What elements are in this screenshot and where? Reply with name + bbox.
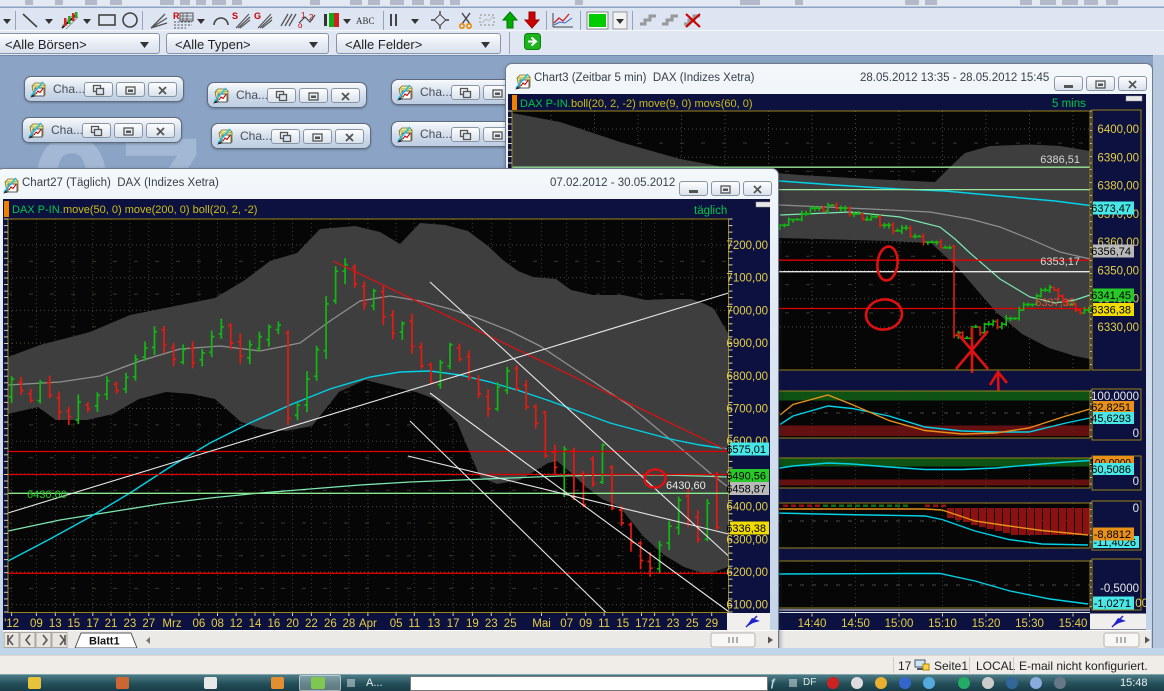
svg-text:6356,74: 6356,74 bbox=[1091, 246, 1131, 258]
svg-text:13: 13 bbox=[49, 618, 62, 630]
svg-text:08: 08 bbox=[211, 618, 224, 630]
svg-text:6490,56: 6490,56 bbox=[726, 471, 766, 483]
svg-text:16: 16 bbox=[268, 618, 281, 630]
svg-text:0: 0 bbox=[1133, 428, 1139, 440]
svg-text:6400,00: 6400,00 bbox=[1097, 124, 1139, 136]
svg-text:27: 27 bbox=[142, 618, 155, 630]
svg-text:11: 11 bbox=[408, 618, 420, 630]
svg-text:DAX P-IN.: DAX P-IN. bbox=[520, 98, 571, 110]
svg-text:täglich: täglich bbox=[694, 205, 727, 217]
svg-text:0: 0 bbox=[1133, 476, 1139, 488]
svg-text:6900,00: 6900,00 bbox=[726, 338, 768, 350]
svg-text:15:20: 15:20 bbox=[972, 618, 1001, 630]
svg-text:09: 09 bbox=[579, 618, 592, 630]
svg-text:6380,00: 6380,00 bbox=[1097, 181, 1139, 193]
svg-text:move(50, 0) move(200, 0) boll(: move(50, 0) move(200, 0) boll(20, 2, -2) bbox=[63, 204, 257, 216]
svg-text:23: 23 bbox=[124, 618, 137, 630]
svg-text:21: 21 bbox=[648, 618, 661, 630]
svg-text:07: 07 bbox=[560, 618, 573, 630]
svg-text:6200,00: 6200,00 bbox=[726, 567, 768, 579]
svg-text:60,5086: 60,5086 bbox=[1091, 464, 1131, 476]
svg-text:6336,38: 6336,38 bbox=[1091, 305, 1131, 317]
svg-text:6575,01: 6575,01 bbox=[726, 444, 766, 456]
svg-text:6330,00: 6330,00 bbox=[1097, 322, 1139, 334]
svg-text:6337,35: 6337,35 bbox=[1035, 297, 1075, 309]
svg-text:-8,8812: -8,8812 bbox=[1094, 529, 1131, 541]
svg-text:17: 17 bbox=[635, 618, 648, 630]
svg-text:-0,5000: -0,5000 bbox=[1100, 583, 1139, 595]
svg-text:00: 00 bbox=[1135, 598, 1146, 610]
svg-text:6300,00: 6300,00 bbox=[726, 534, 768, 546]
svg-text:05: 05 bbox=[390, 618, 403, 630]
svg-text:'12: '12 bbox=[4, 618, 19, 630]
svg-text:6430,60: 6430,60 bbox=[27, 489, 67, 501]
svg-text:15:30: 15:30 bbox=[1015, 618, 1044, 630]
svg-text:Mrz: Mrz bbox=[162, 618, 181, 630]
svg-text:7100,00: 7100,00 bbox=[726, 273, 768, 285]
svg-text:6336,38: 6336,38 bbox=[726, 523, 766, 535]
svg-text:17: 17 bbox=[447, 618, 460, 630]
svg-text:6373,47: 6373,47 bbox=[1091, 203, 1131, 215]
svg-text:15:10: 15:10 bbox=[928, 618, 957, 630]
svg-text:23: 23 bbox=[485, 618, 498, 630]
svg-text:5 mins: 5 mins bbox=[1052, 98, 1086, 110]
svg-text:19: 19 bbox=[466, 618, 479, 630]
svg-text:15:40: 15:40 bbox=[1059, 618, 1088, 630]
svg-text:11: 11 bbox=[598, 618, 610, 630]
svg-text:6400,00: 6400,00 bbox=[726, 502, 768, 514]
svg-text:25: 25 bbox=[686, 618, 699, 630]
svg-text:6430,60: 6430,60 bbox=[666, 480, 706, 492]
svg-text:26: 26 bbox=[324, 618, 337, 630]
svg-text:ABC: ABC bbox=[356, 16, 375, 26]
svg-text:o: o bbox=[298, 21, 303, 30]
svg-text:6390,00: 6390,00 bbox=[1097, 152, 1139, 164]
svg-text:6353,17: 6353,17 bbox=[1040, 256, 1080, 268]
svg-text:29: 29 bbox=[705, 618, 718, 630]
svg-text:6341,45: 6341,45 bbox=[1091, 290, 1131, 302]
svg-text:S: S bbox=[232, 11, 238, 21]
svg-text:12: 12 bbox=[230, 618, 243, 630]
svg-text:23: 23 bbox=[667, 618, 680, 630]
svg-text:14:40: 14:40 bbox=[798, 618, 827, 630]
svg-text:7000,00: 7000,00 bbox=[726, 305, 768, 317]
svg-text:6350,00: 6350,00 bbox=[1097, 266, 1139, 278]
svg-text:15:00: 15:00 bbox=[885, 618, 914, 630]
svg-text:14: 14 bbox=[249, 618, 262, 630]
svg-text:25: 25 bbox=[504, 618, 517, 630]
svg-text:Mai: Mai bbox=[532, 618, 551, 630]
svg-text:14:50: 14:50 bbox=[841, 618, 870, 630]
svg-text:09: 09 bbox=[30, 618, 43, 630]
svg-text:Apr: Apr bbox=[359, 618, 377, 630]
svg-text:0: 0 bbox=[1133, 503, 1139, 515]
svg-text:6800,00: 6800,00 bbox=[726, 371, 768, 383]
svg-text:G: G bbox=[254, 11, 261, 21]
svg-text:6458,87: 6458,87 bbox=[726, 484, 766, 496]
svg-text:45,6293: 45,6293 bbox=[1091, 413, 1131, 425]
svg-text:20: 20 bbox=[286, 618, 299, 630]
svg-text:Blatt1: Blatt1 bbox=[89, 636, 120, 648]
svg-text:15: 15 bbox=[616, 618, 629, 630]
svg-text:boll(20, 2, -2) move(9, 0) mov: boll(20, 2, -2) move(9, 0) movs(60, 0) bbox=[571, 98, 753, 110]
svg-text:28: 28 bbox=[343, 618, 356, 630]
svg-text:7200,00: 7200,00 bbox=[726, 240, 768, 252]
svg-text:6100,00: 6100,00 bbox=[726, 600, 768, 612]
svg-text:R: R bbox=[173, 11, 180, 21]
svg-text:06: 06 bbox=[193, 618, 206, 630]
svg-text:6386,51: 6386,51 bbox=[1040, 154, 1080, 166]
svg-text:6700,00: 6700,00 bbox=[726, 404, 768, 416]
svg-text:22: 22 bbox=[305, 618, 318, 630]
svg-text:15: 15 bbox=[67, 618, 80, 630]
svg-text:DAX P-IN.: DAX P-IN. bbox=[12, 204, 63, 216]
svg-text:21: 21 bbox=[105, 618, 118, 630]
svg-text:-1,0271: -1,0271 bbox=[1094, 598, 1131, 610]
svg-text:13: 13 bbox=[428, 618, 441, 630]
svg-text:17: 17 bbox=[86, 618, 99, 630]
